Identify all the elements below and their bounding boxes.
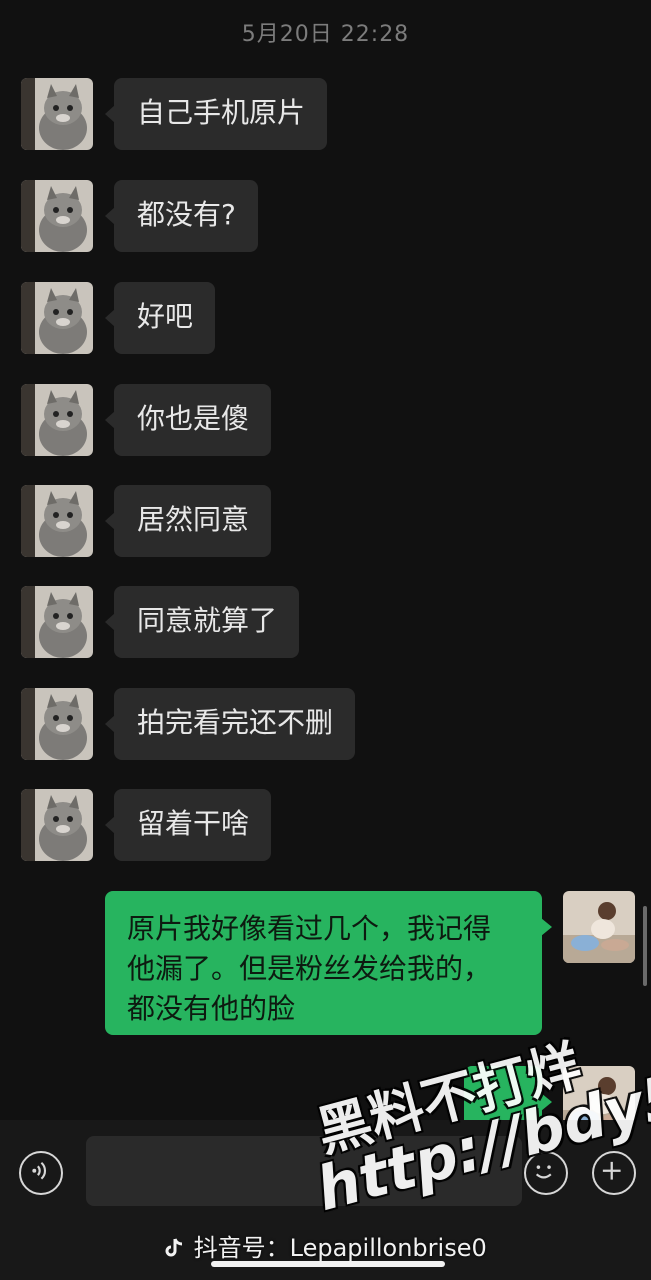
voice-button[interactable] bbox=[19, 1151, 63, 1195]
contact-avatar[interactable] bbox=[21, 78, 93, 150]
contact-avatar[interactable] bbox=[21, 180, 93, 252]
contact-avatar[interactable] bbox=[21, 586, 93, 658]
incoming-message-bubble[interactable]: 留着干啥 bbox=[104, 789, 272, 861]
outgoing-message-line: 都没有他的脸 bbox=[127, 992, 296, 1025]
contact-avatar[interactable] bbox=[21, 485, 93, 557]
douyin-label: 抖音号： bbox=[193, 1234, 290, 1262]
incoming-message-bubble[interactable]: 好吧 bbox=[104, 282, 216, 354]
incoming-message-bubble[interactable]: 居然同意 bbox=[104, 485, 272, 557]
home-indicator[interactable] bbox=[211, 1261, 445, 1267]
contact-avatar[interactable] bbox=[21, 688, 93, 760]
contact-avatar[interactable] bbox=[21, 384, 93, 456]
outgoing-message-bubble[interactable]: 原片我好像看过几个，我记得 他漏了。但是粉丝发给我的， 都没有他的脸 bbox=[105, 891, 552, 1035]
chat-scrollbar[interactable] bbox=[643, 906, 647, 986]
voice-icon bbox=[32, 1161, 46, 1180]
douyin-logo-icon bbox=[165, 1238, 183, 1257]
outgoing-message-line: 他漏了。但是粉丝发给我的， bbox=[127, 952, 492, 985]
message-timestamp: 5月20日 22:28 bbox=[241, 22, 410, 47]
incoming-message-bubble[interactable]: 同意就算了 bbox=[104, 586, 300, 658]
douyin-handle: Lepapillonbrise0 bbox=[289, 1234, 487, 1262]
incoming-message-bubble[interactable]: 你也是傻 bbox=[104, 384, 272, 456]
incoming-message-bubble[interactable]: 都没有? bbox=[105, 180, 258, 252]
my-avatar[interactable] bbox=[563, 891, 635, 963]
incoming-message-bubble[interactable]: 自己手机原片 bbox=[104, 78, 328, 150]
outgoing-message-line: 原片我好像看过几个，我记得 bbox=[127, 912, 492, 945]
contact-avatar[interactable] bbox=[21, 282, 93, 354]
incoming-message-bubble[interactable]: 拍完看完还不删 bbox=[104, 688, 356, 760]
douyin-id-overlay: 抖音号：Lepapillonbrise0 bbox=[162, 1228, 487, 1263]
contact-avatar[interactable] bbox=[21, 789, 93, 861]
